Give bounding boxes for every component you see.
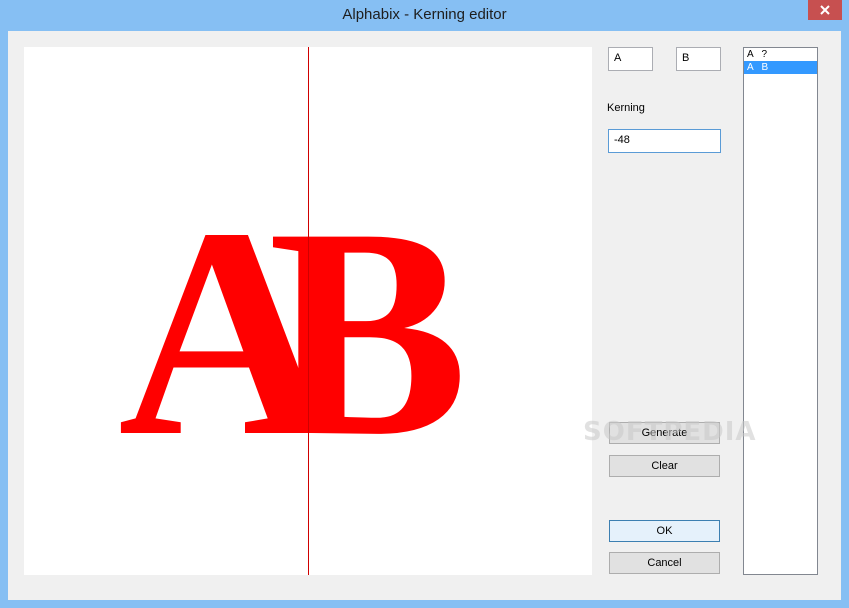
cancel-button[interactable]: Cancel — [609, 552, 720, 574]
ok-button[interactable]: OK — [609, 520, 720, 542]
generate-button[interactable]: Generate — [609, 422, 720, 444]
pairs-list-item[interactable]: A B — [744, 61, 817, 74]
window-title: Alphabix - Kerning editor — [342, 6, 507, 23]
kerning-value-field[interactable]: -48 — [608, 129, 721, 153]
close-button[interactable] — [808, 0, 842, 20]
kerning-guide-line — [308, 47, 309, 575]
pairs-list-item[interactable]: A ? — [744, 48, 817, 61]
kerning-preview-canvas[interactable]: A B — [24, 47, 592, 575]
first-char-field[interactable]: A — [608, 47, 653, 71]
second-char-field[interactable]: B — [676, 47, 721, 71]
kerning-pairs-list[interactable]: A ? A B — [743, 47, 818, 575]
kerning-label: Kerning — [607, 102, 645, 114]
kerning-editor-window: Alphabix - Kerning editor A B A B Kernin… — [0, 0, 849, 608]
clear-button[interactable]: Clear — [609, 455, 720, 477]
close-icon — [820, 5, 830, 15]
client-area: A B A B Kerning -48 Generate Clear OK Ca… — [8, 31, 841, 600]
preview-glyph-right: B — [268, 166, 469, 498]
title-bar[interactable]: Alphabix - Kerning editor — [0, 0, 849, 31]
